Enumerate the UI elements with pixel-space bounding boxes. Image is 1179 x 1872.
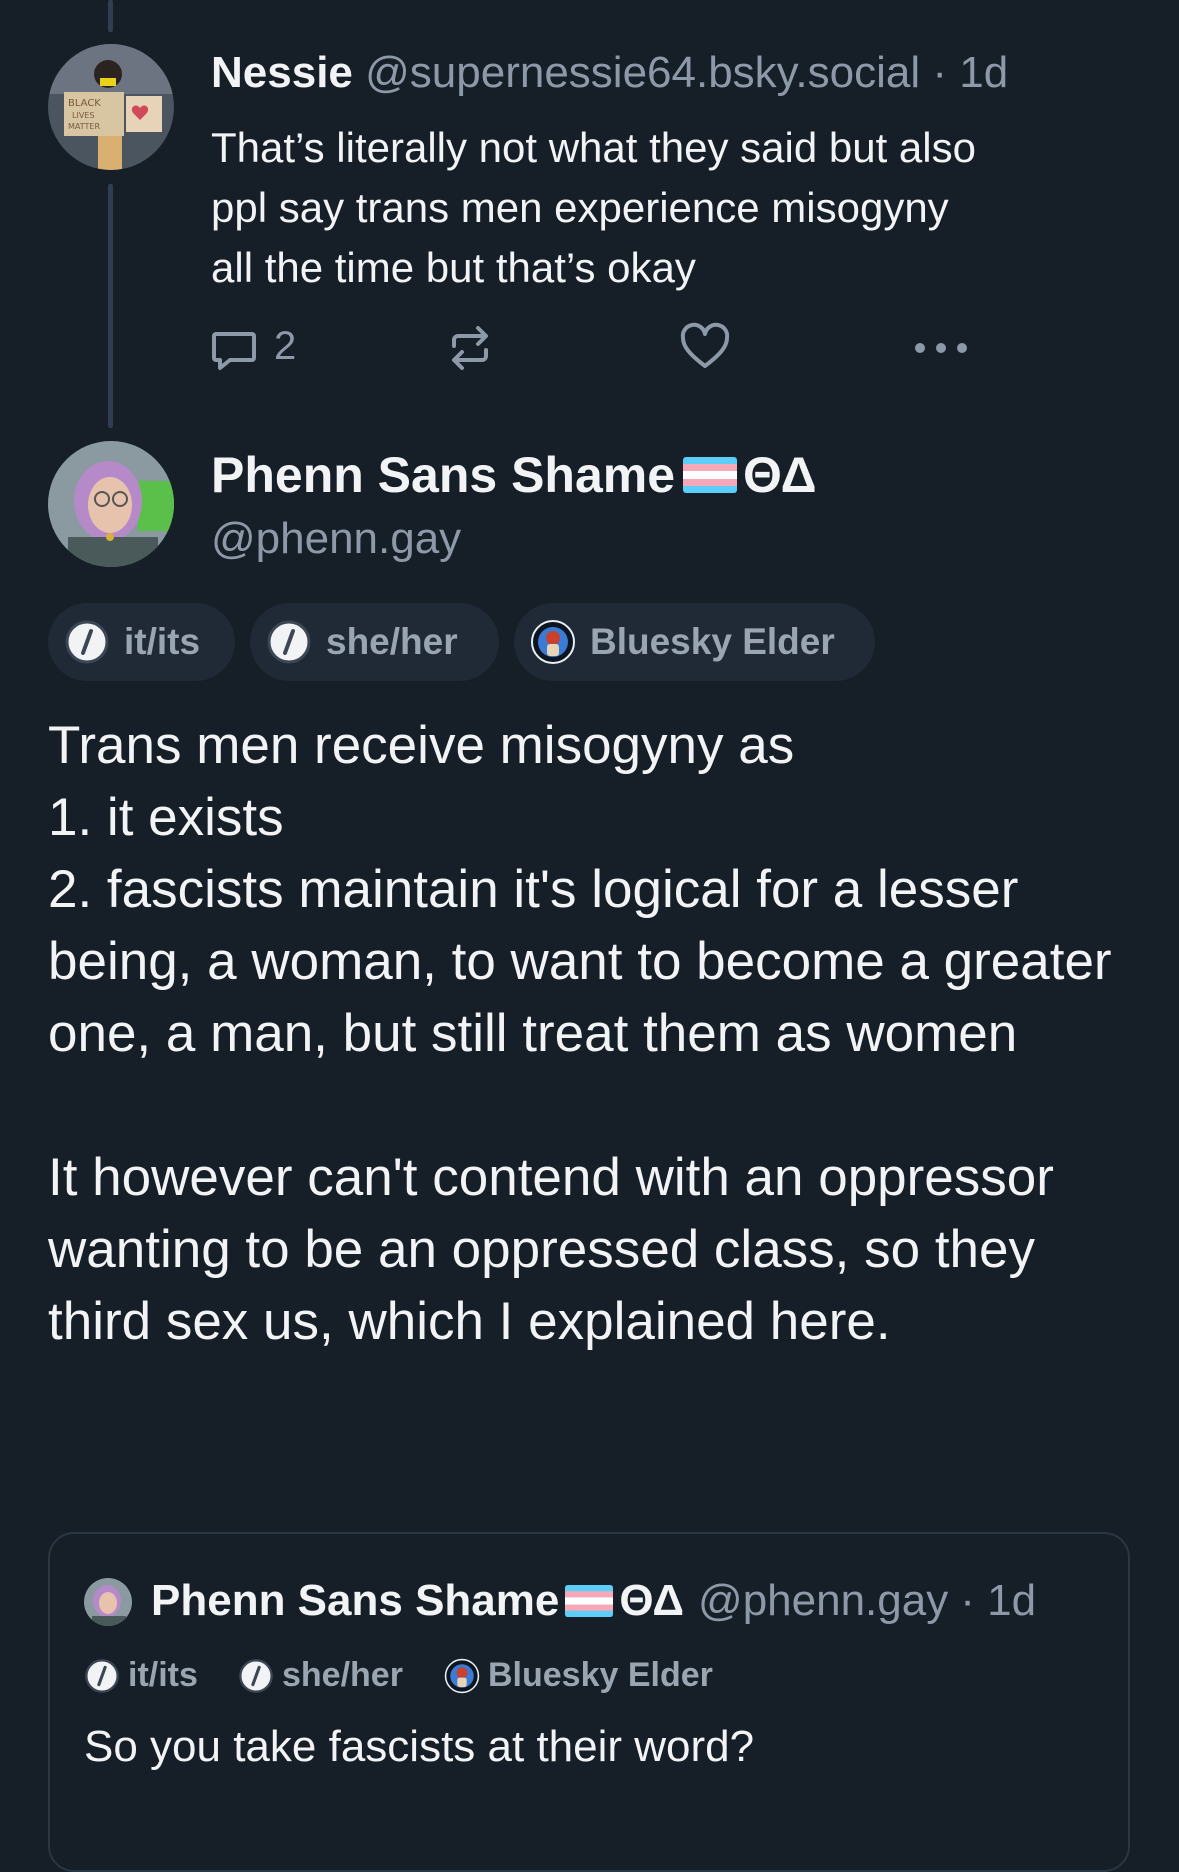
badge-pronoun-itits[interactable]: it/its xyxy=(48,603,235,681)
post1-line: ppl say trans men experience misogyny xyxy=(211,184,949,231)
reply-button[interactable]: 2 xyxy=(210,324,310,376)
trans-flag-icon xyxy=(565,1585,614,1617)
pronoun-icon xyxy=(267,620,311,664)
reply-count: 2 xyxy=(274,324,297,368)
post-time: · 1d xyxy=(932,48,1009,97)
badge-label: Bluesky Elder xyxy=(488,1656,713,1694)
more-icon xyxy=(915,343,967,353)
svg-text:BLACK: BLACK xyxy=(68,98,101,109)
author-name[interactable]: Phenn Sans Shame xyxy=(211,446,675,504)
name-suffix: ΘΔ xyxy=(743,447,817,503)
svg-text:MATTER: MATTER xyxy=(68,122,100,131)
quote-badge-elder: Bluesky Elder xyxy=(444,1656,713,1695)
pronoun-icon xyxy=(65,620,109,664)
avatar-phenn[interactable] xyxy=(48,441,174,567)
badge-label: Bluesky Elder xyxy=(590,621,835,662)
elder-badge-icon xyxy=(444,1658,480,1693)
like-icon xyxy=(680,322,730,368)
badge-label: she/her xyxy=(282,1656,403,1694)
quote-badge-sheher: she/her xyxy=(238,1656,403,1695)
badge-pronoun-sheher[interactable]: she/her xyxy=(250,603,499,681)
thread-line-top xyxy=(108,0,113,32)
pronoun-icon xyxy=(85,1658,119,1693)
quote-avatar xyxy=(84,1578,132,1626)
post1-text: That’s literally not what they said but … xyxy=(211,118,976,298)
svg-text:LIVES: LIVES xyxy=(72,111,94,120)
more-button[interactable] xyxy=(912,334,970,362)
trans-flag-icon xyxy=(683,457,738,493)
pronoun-icon xyxy=(239,1658,273,1693)
thread-line-connector xyxy=(108,184,113,428)
avatar-nessie[interactable]: BLACK LIVES MATTER xyxy=(48,44,174,170)
quote-author-name: Phenn Sans Shame xyxy=(151,1576,560,1625)
quote-text: So you take fascists at their word? xyxy=(84,1722,755,1771)
author-handle[interactable]: @supernessie64.bsky.social xyxy=(365,48,920,97)
post1-line: all the time but that’s okay xyxy=(211,244,696,291)
quote-author-handle: @phenn.gay xyxy=(698,1576,949,1625)
post1-header: Nessie @supernessie64.bsky.social · 1d xyxy=(211,48,1008,98)
repost-button[interactable] xyxy=(444,322,496,374)
reply-icon xyxy=(212,332,256,370)
badge-label: she/her xyxy=(326,621,458,662)
quote-time: · 1d xyxy=(960,1576,1037,1625)
repost-icon xyxy=(452,326,488,370)
quote-badge-itits: it/its xyxy=(84,1656,198,1695)
badge-bluesky-elder[interactable]: Bluesky Elder xyxy=(514,603,875,681)
quote-name-suffix: ΘΔ xyxy=(619,1576,685,1625)
elder-badge-icon xyxy=(531,620,575,664)
post2-author-row: Phenn Sans Shame ΘΔ xyxy=(211,446,817,504)
author-handle[interactable]: @phenn.gay xyxy=(211,514,461,564)
quote-header: Phenn Sans Shame ΘΔ @phenn.gay · 1d xyxy=(151,1576,1036,1626)
badge-label: it/its xyxy=(124,621,201,662)
author-name[interactable]: Nessie xyxy=(211,48,353,97)
post-body: Trans men receive misogyny as 1. it exis… xyxy=(48,716,1112,1351)
like-button[interactable] xyxy=(679,322,731,374)
post1-line: That’s literally not what they said but … xyxy=(211,124,976,171)
badge-label: it/its xyxy=(128,1656,198,1694)
